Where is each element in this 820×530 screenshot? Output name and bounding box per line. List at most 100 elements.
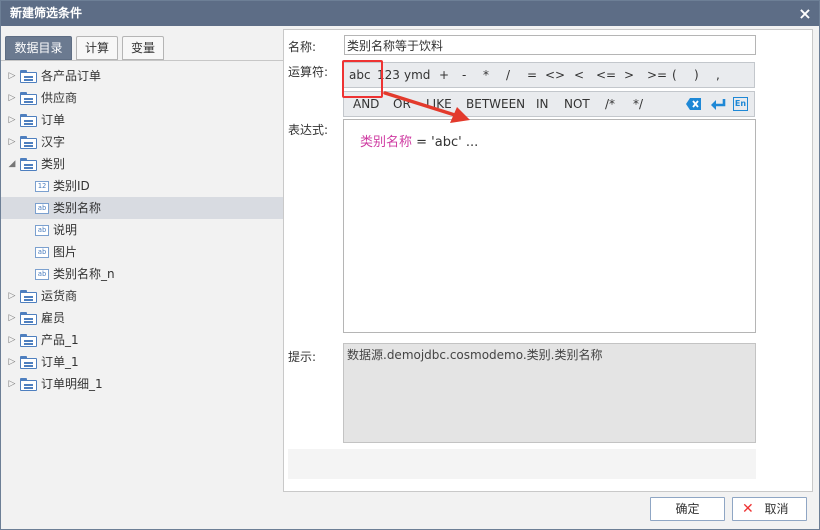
tree-item-label: 类别名称_n xyxy=(53,267,115,281)
expand-arrow-icon[interactable]: ▷ xyxy=(7,329,17,351)
clear-icon[interactable] xyxy=(686,97,701,111)
folder-icon xyxy=(20,70,37,83)
tab-calculation[interactable]: 计算 xyxy=(76,36,118,60)
operator-button[interactable]: */ xyxy=(633,92,643,116)
tree-item-label: 订单 xyxy=(41,113,66,127)
right-panel: 名称: 运算符: abc123ymd+-*/=<><<=>>=(), *//*N… xyxy=(283,29,813,492)
tree-folder[interactable]: ▷ 供应商 xyxy=(1,87,283,109)
operator-button[interactable]: = xyxy=(527,63,537,87)
tree-field[interactable]: ab 类别名称_n xyxy=(1,263,283,285)
operator-button[interactable]: , xyxy=(716,63,720,87)
cancel-button[interactable]: ✕ 取消 xyxy=(732,497,807,521)
expand-arrow-icon[interactable]: ▷ xyxy=(7,65,17,87)
cancel-button-label: 取消 xyxy=(764,502,789,516)
folder-icon xyxy=(20,92,37,105)
dialog-title: 新建筛选条件 xyxy=(10,6,83,20)
operator-button[interactable]: IN xyxy=(536,92,549,116)
enter-icon[interactable] xyxy=(710,97,726,111)
text-field-icon: ab xyxy=(35,247,49,258)
operator-button[interactable]: < xyxy=(574,63,584,87)
tree-folder[interactable]: ▷ 产品_1 xyxy=(1,329,283,351)
tree-item-label: 类别 xyxy=(41,157,66,171)
bottom-strip xyxy=(288,449,756,479)
hint-label: 提示: xyxy=(288,350,317,364)
folder-icon xyxy=(20,378,37,391)
operator-button[interactable]: ymd xyxy=(404,63,430,87)
expression-text: 类别名称 = 'abc' ... xyxy=(360,131,478,150)
expand-arrow-icon[interactable]: ▷ xyxy=(7,351,17,373)
name-input[interactable] xyxy=(344,35,756,55)
tree-item-label: 类别名称 xyxy=(53,201,102,215)
expression-label: 表达式: xyxy=(288,123,329,137)
tree-folder[interactable]: ▷ 各产品订单 xyxy=(1,65,283,87)
tree-folder[interactable]: ▷ 雇员 xyxy=(1,307,283,329)
expand-arrow-icon[interactable]: ▷ xyxy=(7,87,17,109)
tree-folder[interactable]: ▷ 订单_1 xyxy=(1,351,283,373)
tree-folder[interactable]: ▷ 订单明细_1 xyxy=(1,373,283,395)
cancel-x-icon: ✕ xyxy=(742,501,754,517)
text-field-icon: ab xyxy=(35,203,49,214)
folder-icon xyxy=(20,356,37,369)
folder-icon xyxy=(20,158,37,171)
operator-button[interactable]: >= xyxy=(647,63,667,87)
tree-item-label: 订单_1 xyxy=(41,355,79,369)
tab-variables[interactable]: 变量 xyxy=(122,36,164,60)
tree-item-label: 说明 xyxy=(53,223,78,237)
tree-field[interactable]: ab 类别名称 xyxy=(1,197,283,219)
text-field-icon: ab xyxy=(35,225,49,236)
operator-button[interactable]: - xyxy=(462,63,466,87)
tree-field[interactable]: ab 说明 xyxy=(1,219,283,241)
folder-icon xyxy=(20,114,37,127)
tab-divider xyxy=(1,60,283,61)
left-panel: 数据目录 计算 变量 ▷ 各产品订单 ▷ 供应商 ▷ 订单 ▷ 汉字 ◢ 类别 12 类别ID ab 类别… xyxy=(1,27,283,495)
tree-item-label: 汉字 xyxy=(41,135,66,149)
expand-arrow-icon[interactable]: ▷ xyxy=(7,373,17,395)
tree-folder[interactable]: ◢ 类别 xyxy=(1,153,283,175)
tree-folder[interactable]: ▷ 运货商 xyxy=(1,285,283,307)
en-icon[interactable]: En xyxy=(733,97,748,111)
tab-data-catalog[interactable]: 数据目录 xyxy=(5,36,72,60)
operator-button[interactable]: BETWEEN xyxy=(466,92,525,116)
expand-arrow-icon[interactable]: ▷ xyxy=(7,109,17,131)
expand-arrow-icon[interactable]: ▷ xyxy=(7,285,17,307)
expression-editor[interactable]: 类别名称 = 'abc' ... xyxy=(343,119,756,333)
collapse-arrow-icon[interactable]: ◢ xyxy=(7,153,17,175)
tree-item-label: 产品_1 xyxy=(41,333,79,347)
ok-button[interactable]: 确定 xyxy=(650,497,725,521)
expand-arrow-icon[interactable]: ▷ xyxy=(7,307,17,329)
close-icon[interactable]: × xyxy=(798,1,812,26)
operator-button[interactable]: /* xyxy=(605,92,615,116)
operator-button[interactable]: <> xyxy=(545,63,565,87)
operator-button[interactable]: > xyxy=(624,63,634,87)
abc-highlight-box xyxy=(342,60,383,98)
tree-field[interactable]: 12 类别ID xyxy=(1,175,283,197)
tree-folder[interactable]: ▷ 订单 xyxy=(1,109,283,131)
tree-item-label: 雇员 xyxy=(41,311,66,325)
hint-box: 数据源.demojdbc.cosmodemo.类别.类别名称 xyxy=(343,343,756,443)
operator-button[interactable]: <= xyxy=(596,63,616,87)
expression-field: 类别名称 xyxy=(360,135,413,150)
annotation-arrow xyxy=(383,91,470,123)
operator-label: 运算符: xyxy=(288,65,329,79)
folder-icon xyxy=(20,136,37,149)
folder-icon xyxy=(20,290,37,303)
number-field-icon: 12 xyxy=(35,181,49,192)
tree-item-label: 类别ID xyxy=(53,179,90,193)
operator-button[interactable]: ( xyxy=(672,63,677,87)
operator-button[interactable]: * xyxy=(483,63,489,87)
operator-bar-1: abc 123 ymd + - * / = <> < <= > >=(), xyxy=(343,62,755,88)
expand-arrow-icon[interactable]: ▷ xyxy=(7,131,17,153)
tree-field[interactable]: ab 图片 xyxy=(1,241,283,263)
dialog-titlebar: 新建筛选条件 × xyxy=(1,1,819,26)
tree-folder[interactable]: ▷ 汉字 xyxy=(1,131,283,153)
folder-icon xyxy=(20,334,37,347)
operator-button[interactable]: + xyxy=(439,63,449,87)
tree-item-label: 图片 xyxy=(53,245,78,259)
operator-button[interactable]: ) xyxy=(694,63,699,87)
operator-button[interactable]: NOT xyxy=(564,92,590,116)
tree-item-label: 供应商 xyxy=(41,91,78,105)
name-label: 名称: xyxy=(288,40,317,54)
tree-item-label: 各产品订单 xyxy=(41,69,102,83)
operator-button[interactable]: / xyxy=(506,63,510,87)
tree-item-label: 订单明细_1 xyxy=(41,377,103,391)
